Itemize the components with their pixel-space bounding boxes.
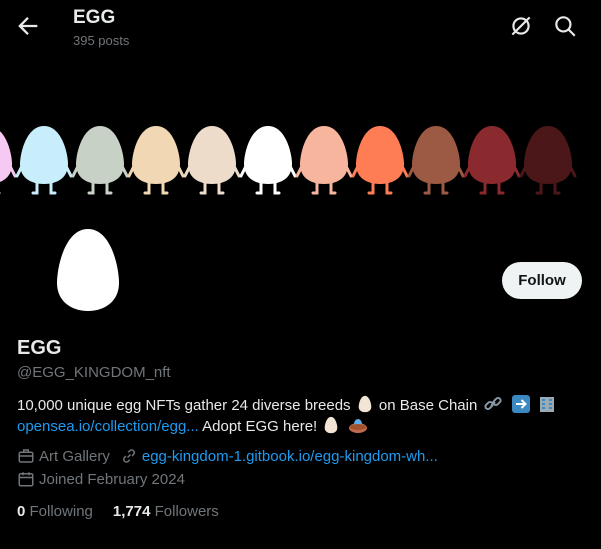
office-building-emoji-icon — [539, 397, 554, 412]
bio-link[interactable]: opensea.io/collection/egg... — [17, 418, 199, 435]
bio-text: on Base Chain — [378, 397, 478, 414]
banner-egg — [183, 126, 241, 195]
website-item[interactable]: egg-kingdom-1.gitbook.io/egg-kingdom-wh.… — [120, 447, 438, 465]
website-link[interactable]: egg-kingdom-1.gitbook.io/egg-kingdom-wh.… — [142, 448, 438, 465]
banner-egg — [295, 126, 353, 195]
grok-icon[interactable] — [508, 13, 534, 39]
followers-label: Followers — [154, 503, 219, 520]
profile-name: EGG — [17, 337, 62, 359]
calendar-icon — [18, 472, 34, 487]
egg-emoji-icon — [325, 416, 338, 434]
posts-count: 395 posts — [73, 33, 130, 48]
banner-egg — [519, 126, 577, 195]
right-arrow-emoji-icon — [511, 395, 530, 413]
banner-egg — [351, 126, 409, 195]
nest-emoji-icon — [348, 419, 367, 433]
banner-egg — [0, 131, 17, 195]
profile-handle: @EGG_KINGDOM_nft — [17, 364, 171, 381]
followers-link[interactable]: 1,774 Followers — [113, 503, 219, 520]
avatar[interactable] — [14, 196, 162, 344]
banner-egg — [239, 126, 297, 195]
joined-date: Joined February 2024 — [39, 470, 185, 488]
profile-header: EGG 395 posts — [0, 0, 601, 56]
following-label: Following — [29, 503, 93, 520]
profile-bio: 10,000 unique egg NFTs gather 24 diverse… — [17, 395, 587, 437]
back-arrow-icon[interactable] — [14, 12, 42, 40]
banner-egg — [71, 126, 129, 195]
search-icon[interactable] — [552, 13, 578, 39]
banner-egg — [407, 126, 465, 195]
category-label: Art Gallery — [39, 447, 110, 465]
banner-egg — [15, 126, 73, 195]
banner-egg — [127, 126, 185, 195]
following-count: 0 — [17, 503, 26, 520]
joined-item: Joined February 2024 — [17, 470, 185, 488]
egg-avatar-icon — [57, 229, 119, 311]
joined-row: Joined February 2024 — [17, 470, 195, 488]
following-link[interactable]: 0 Following — [17, 503, 93, 520]
briefcase-icon — [18, 449, 34, 463]
profile-stats: 0 Following 1,774 Followers — [17, 503, 239, 520]
egg-emoji-icon — [358, 395, 372, 413]
follow-button[interactable]: Follow — [502, 262, 582, 299]
bio-text: Adopt EGG here! — [202, 418, 318, 435]
page-title: EGG — [73, 7, 116, 28]
category-item: Art Gallery — [17, 447, 110, 465]
link-emoji-icon — [484, 396, 503, 411]
profile-meta: Art Gallery egg-kingdom-1.gitbook.io/egg… — [17, 447, 448, 465]
bio-text: 10,000 unique egg NFTs gather 24 diverse… — [17, 397, 351, 414]
followers-count: 1,774 — [112, 503, 151, 520]
link-icon — [122, 449, 135, 463]
banner-egg — [463, 126, 521, 195]
